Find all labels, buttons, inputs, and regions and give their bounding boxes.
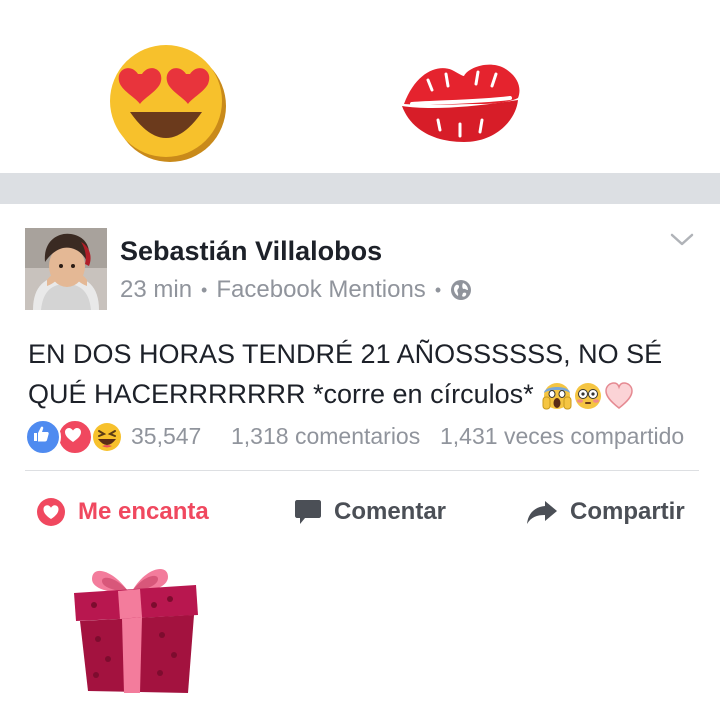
screaming-face-emoji: [542, 381, 572, 411]
feed-divider-band: [0, 173, 720, 204]
love-reaction-button[interactable]: Me encanta: [36, 494, 209, 530]
share-arrow-icon: [527, 501, 557, 524]
post-meta: 23 min • Facebook Mentions •: [120, 276, 472, 304]
chevron-down-icon[interactable]: [670, 232, 694, 248]
post-source[interactable]: Facebook Mentions: [216, 276, 425, 304]
meta-separator: •: [201, 279, 208, 300]
post-time[interactable]: 23 min: [120, 276, 192, 304]
comments-count[interactable]: 1,318 comentarios: [231, 423, 420, 450]
love-icon: [57, 419, 93, 455]
love-icon: [37, 498, 65, 526]
comment-label: Comentar: [334, 498, 447, 525]
pink-heart-emoji: [604, 381, 634, 411]
kiss-lips-emoji-sticker: [398, 58, 524, 146]
love-reaction-label: Me encanta: [78, 498, 209, 525]
heart-eyes-emoji-sticker: [104, 40, 228, 164]
post-text: EN DOS HORAS TENDRÉ 21 AÑOSSSSSS, NO SÉ …: [28, 334, 708, 414]
author-avatar[interactable]: [25, 228, 107, 310]
meta-separator: •: [434, 279, 442, 300]
gift-box-emoji-sticker: [70, 555, 202, 697]
flushed-face-emoji: [573, 381, 603, 411]
globe-icon: [450, 279, 472, 301]
post-divider: [25, 470, 699, 471]
author-name[interactable]: Sebastián Villalobos: [120, 236, 382, 267]
haha-icon: [89, 419, 125, 455]
comment-button[interactable]: Comentar: [294, 494, 446, 530]
share-button[interactable]: Compartir: [526, 494, 685, 530]
comment-icon: [295, 500, 321, 524]
share-label: Compartir: [570, 498, 685, 525]
like-icon: [25, 419, 61, 455]
shares-count[interactable]: 1,431 veces compartido: [440, 423, 684, 450]
post-card: Sebastián Villalobos 23 min • Facebook M…: [0, 204, 720, 544]
reaction-icons[interactable]: [25, 419, 125, 455]
reaction-count[interactable]: 35,547: [131, 423, 201, 450]
